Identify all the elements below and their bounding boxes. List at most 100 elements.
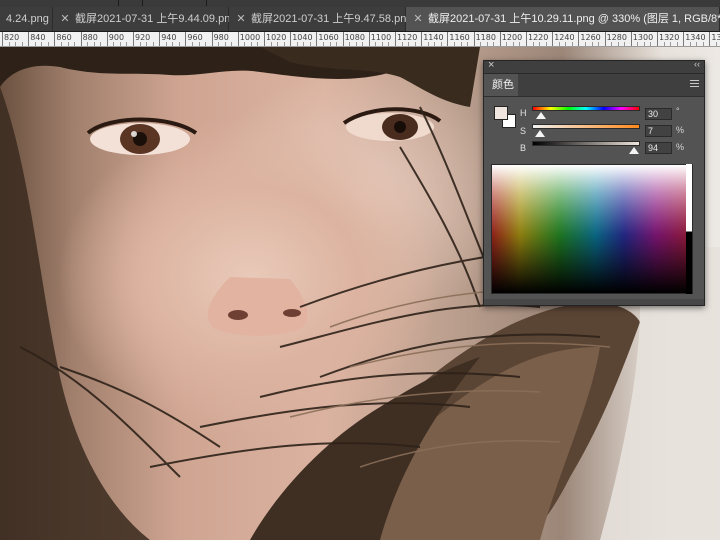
ruler-tick <box>683 32 685 46</box>
ruler-minor-tick <box>375 42 377 46</box>
ruler-minor-tick <box>126 42 128 46</box>
ruler-minor-tick <box>532 42 534 46</box>
tab-label: 截屏2021-07-31 上午9.47.58.png <box>251 13 413 25</box>
slider-label-h: H <box>520 108 527 118</box>
slider-label-s: S <box>520 126 527 136</box>
ruler-minor-tick <box>205 42 207 46</box>
panel-tab-row: 颜色 <box>484 74 704 97</box>
tab-doc-3[interactable]: ✕ 截屏2021-07-31 上午9.47.58.png <box>229 7 412 31</box>
ruler-minor-tick <box>467 42 469 46</box>
ruler-tick <box>447 32 449 46</box>
hue-input[interactable]: 30 <box>645 108 672 120</box>
ruler-label: 1280 <box>606 33 627 42</box>
slider-label-b: B <box>520 143 527 153</box>
ruler-minor-tick <box>296 42 298 46</box>
ruler-minor-tick <box>15 42 17 46</box>
ruler-label: 1360 <box>711 33 720 42</box>
tab-doc-active[interactable]: ✕ 截屏2021-07-31 上午10.29.11.png @ 330% (图层 … <box>406 7 720 31</box>
black-white-ramp[interactable] <box>686 164 693 294</box>
ruler-label: 1060 <box>318 33 339 42</box>
ruler-minor-tick <box>598 42 600 46</box>
saturation-slider[interactable] <box>532 124 640 129</box>
saturation-slider-thumb[interactable] <box>534 130 545 137</box>
ruler-tick <box>290 32 292 46</box>
ruler-minor-tick <box>512 42 514 46</box>
hue-slider[interactable] <box>532 106 640 111</box>
ruler-minor-tick <box>355 42 357 46</box>
ruler-minor-tick <box>545 42 547 46</box>
color-panel[interactable]: × ‹‹ 颜色 H 30 ° S 7 % B 94 % <box>483 59 705 306</box>
ruler-minor-tick <box>506 42 508 46</box>
ruler-minor-tick <box>617 42 619 46</box>
brightness-slider-thumb[interactable] <box>628 147 639 154</box>
ruler-minor-tick <box>152 42 154 46</box>
ruler-minor-tick <box>715 42 717 46</box>
brightness-slider[interactable] <box>532 141 640 146</box>
ruler-minor-tick <box>480 42 482 46</box>
color-spectrum[interactable] <box>491 164 693 294</box>
ruler-label: 940 <box>161 33 177 42</box>
ruler-label: 1240 <box>554 33 575 42</box>
panel-resize-handle[interactable] <box>484 299 704 305</box>
hue-slider-thumb[interactable] <box>535 112 546 119</box>
saturation-input[interactable]: 7 <box>645 125 672 137</box>
ruler-minor-tick <box>591 42 593 46</box>
ruler-minor-tick <box>67 42 69 46</box>
ruler-minor-tick <box>231 42 233 46</box>
ruler-minor-tick <box>74 42 76 46</box>
tab-color[interactable]: 颜色 <box>484 74 518 96</box>
ruler-minor-tick <box>191 42 193 46</box>
close-icon[interactable]: ✕ <box>412 7 424 31</box>
close-icon[interactable]: ✕ <box>59 7 71 31</box>
ruler-tick <box>316 32 318 46</box>
ruler-minor-tick <box>113 42 115 46</box>
ruler-label: 1000 <box>239 33 261 42</box>
ruler-minor-tick <box>408 42 410 46</box>
ruler-label: 1100 <box>370 33 392 42</box>
ruler-tick <box>106 32 108 46</box>
tab-label: 截屏2021-07-31 上午9.44.09.png <box>75 13 237 25</box>
ruler-minor-tick <box>139 42 141 46</box>
ruler-minor-tick <box>440 42 442 46</box>
ruler-label: 1200 <box>501 33 523 42</box>
document-tab-bar: 4.24.png ✕ 截屏2021-07-31 上午9.44.09.png ✕ 截屏… <box>0 7 720 32</box>
ruler-minor-tick <box>401 42 403 46</box>
ruler-tick <box>54 32 56 46</box>
ruler-minor-tick <box>303 42 305 46</box>
ruler-label: 1020 <box>266 33 287 42</box>
panel-titlebar[interactable]: × ‹‹ <box>484 59 704 74</box>
ruler-tick <box>473 32 475 46</box>
tab-doc-1[interactable]: 4.24.png <box>0 7 53 31</box>
tab-doc-2[interactable]: ✕ 截屏2021-07-31 上午9.44.09.png <box>53 7 236 31</box>
ruler-label: 820 <box>4 33 20 42</box>
ruler-minor-tick <box>611 42 613 46</box>
ruler-tick <box>421 32 423 46</box>
ruler-tick <box>657 32 658 46</box>
ruler-minor-tick <box>584 42 586 46</box>
horizontal-ruler[interactable]: 820 840 860 880 900 920 940 960 980 1000 1020 1040 1… <box>0 32 720 47</box>
brightness-input[interactable]: 94 <box>645 142 672 154</box>
ruler-label: 960 <box>187 33 203 42</box>
ruler-tick <box>604 32 606 46</box>
ruler-tick <box>159 32 161 46</box>
close-icon[interactable]: × <box>488 59 494 71</box>
close-icon[interactable]: ✕ <box>235 7 247 31</box>
tab-label: 4.24.png <box>6 13 49 25</box>
ruler-minor-tick <box>336 42 338 46</box>
ruler-minor-tick <box>519 42 521 46</box>
ruler-minor-tick <box>277 42 279 46</box>
collapse-icon[interactable]: ‹‹ <box>694 59 700 69</box>
ruler-label: 980 <box>213 33 229 42</box>
ruler-tick <box>342 32 344 46</box>
ruler-tick <box>709 32 711 46</box>
ruler-minor-tick <box>172 42 174 46</box>
ruler-label: 1320 <box>659 33 680 42</box>
toolbar-segment <box>0 0 119 6</box>
ruler-minor-tick <box>41 42 43 46</box>
ruler-minor-tick <box>414 42 416 46</box>
foreground-color-swatch[interactable] <box>494 106 508 120</box>
panel-menu-icon[interactable] <box>690 80 699 88</box>
ruler-minor-tick <box>224 42 226 46</box>
ruler-label: 860 <box>56 33 72 42</box>
ruler-minor-tick <box>60 42 62 46</box>
